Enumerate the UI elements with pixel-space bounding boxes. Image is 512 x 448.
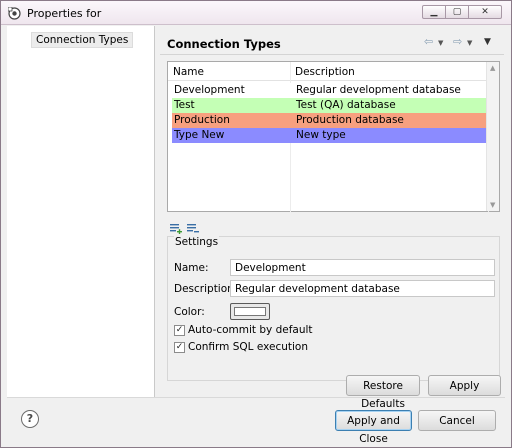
restore-defaults-button[interactable]: Restore Defaults [346, 375, 420, 410]
settings-group: Settings Name: Development Description: … [167, 236, 500, 381]
table-row[interactable]: Production Production database [172, 113, 487, 128]
table-row[interactable]: Development Regular development database [172, 83, 487, 98]
preference-page: Connection Types ⇦ ▼ ⇨ ▼ ▼ Name Descript… [156, 26, 505, 410]
tree-item-connection-types[interactable]: Connection Types [31, 32, 134, 48]
row-name: Test [174, 99, 195, 111]
close-button[interactable]: ✕ [468, 5, 502, 19]
row-name: Development [174, 84, 245, 96]
table-row[interactable]: Type New New type [172, 128, 487, 143]
page-title: Connection Types [167, 37, 281, 51]
table-header: Name Description [168, 62, 488, 81]
app-icon [8, 7, 21, 20]
color-label: Color: [174, 306, 205, 318]
apply-and-close-button[interactable]: Apply and Close [335, 410, 412, 445]
color-swatch [234, 307, 266, 316]
name-field[interactable]: Development [230, 259, 495, 276]
cancel-button[interactable]: Cancel [418, 410, 496, 431]
settings-legend: Settings [174, 236, 220, 248]
back-arrow-icon[interactable]: ⇦ [424, 35, 433, 48]
column-header-description[interactable]: Description [295, 66, 355, 78]
color-picker-button[interactable] [230, 303, 270, 320]
confirm-sql-label: Confirm SQL execution [188, 341, 309, 353]
forward-arrow-icon[interactable]: ⇨ [453, 35, 462, 48]
preference-tree: Connection Types [7, 26, 155, 397]
dialog-client: Connection Types Connection Types ⇦ ▼ ⇨ … [7, 26, 505, 445]
description-label: Description: [174, 283, 238, 295]
auto-commit-label: Auto-commit by default [188, 324, 313, 336]
column-header-name[interactable]: Name [173, 66, 204, 78]
row-name: Type New [174, 129, 225, 141]
forward-dropdown-icon[interactable]: ▼ [467, 39, 472, 47]
row-name: Production [174, 114, 230, 126]
divider [160, 54, 504, 55]
title-bar[interactable]: Properties for ▁ ▢ ✕ [1, 1, 511, 25]
confirm-sql-checkbox[interactable]: ✓ [174, 342, 185, 353]
remove-type-icon[interactable] [187, 223, 199, 234]
connection-types-table[interactable]: Name Description Development Regular dev… [167, 61, 500, 212]
minimize-button[interactable]: ▁ [422, 5, 446, 19]
name-label: Name: [174, 262, 209, 274]
properties-dialog: Properties for ▁ ▢ ✕ Connection Types Co… [0, 0, 512, 448]
maximize-button[interactable]: ▢ [445, 5, 469, 19]
scroll-down-icon[interactable]: ▼ [490, 201, 495, 209]
row-description: Production database [296, 114, 404, 126]
divider [7, 397, 505, 398]
row-description: Test (QA) database [296, 99, 396, 111]
view-menu-icon[interactable]: ▼ [484, 37, 491, 47]
apply-button[interactable]: Apply [428, 375, 501, 396]
description-field[interactable]: Regular development database [230, 280, 495, 297]
window-title: Properties for [27, 7, 102, 20]
auto-commit-checkbox[interactable]: ✓ [174, 325, 185, 336]
back-dropdown-icon[interactable]: ▼ [438, 39, 443, 47]
table-row[interactable]: Test Test (QA) database [172, 98, 487, 113]
help-icon[interactable]: ? [21, 410, 39, 428]
row-description: New type [296, 129, 346, 141]
add-type-icon[interactable] [170, 223, 182, 234]
vertical-scrollbar[interactable]: ▲ ▼ [486, 62, 499, 211]
scroll-up-icon[interactable]: ▲ [490, 64, 495, 72]
row-description: Regular development database [296, 84, 461, 96]
